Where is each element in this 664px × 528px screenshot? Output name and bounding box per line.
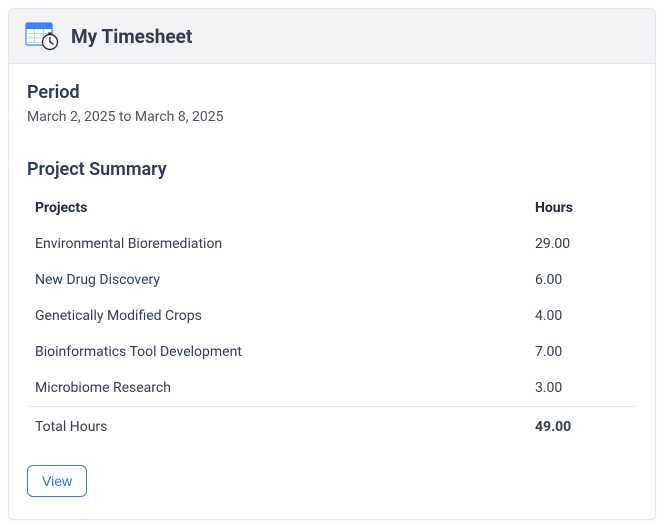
- timesheet-icon: [25, 21, 59, 51]
- hours-cell: 3.00: [527, 370, 637, 407]
- actions-row: View: [27, 465, 637, 497]
- table-row: Bioinformatics Tool Development 7.00: [27, 334, 637, 370]
- table-row: Environmental Bioremediation 29.00: [27, 226, 637, 262]
- project-name-cell: Microbiome Research: [27, 370, 527, 407]
- period-heading: Period: [27, 82, 637, 103]
- total-row: Total Hours 49.00: [27, 407, 637, 448]
- column-header-hours: Hours: [527, 190, 637, 226]
- hours-cell: 29.00: [527, 226, 637, 262]
- total-label: Total Hours: [27, 407, 527, 448]
- page-title: My Timesheet: [71, 25, 192, 48]
- view-button[interactable]: View: [27, 465, 87, 497]
- project-summary-table: Projects Hours Environmental Bioremediat…: [27, 190, 637, 447]
- card-header: My Timesheet: [9, 9, 655, 64]
- table-row: New Drug Discovery 6.00: [27, 262, 637, 298]
- total-hours: 49.00: [527, 407, 637, 448]
- timesheet-card: My Timesheet Period March 2, 2025 to Mar…: [8, 8, 656, 520]
- card-body: Period March 2, 2025 to March 8, 2025 Pr…: [9, 64, 655, 519]
- period-range: March 2, 2025 to March 8, 2025: [27, 109, 637, 125]
- project-name-cell: Bioinformatics Tool Development: [27, 334, 527, 370]
- project-name-cell: Genetically Modified Crops: [27, 298, 527, 334]
- project-name-cell: Environmental Bioremediation: [27, 226, 527, 262]
- project-name-cell: New Drug Discovery: [27, 262, 527, 298]
- table-row: Microbiome Research 3.00: [27, 370, 637, 407]
- hours-cell: 4.00: [527, 298, 637, 334]
- summary-heading: Project Summary: [27, 159, 637, 180]
- table-row: Genetically Modified Crops 4.00: [27, 298, 637, 334]
- column-header-projects: Projects: [27, 190, 527, 226]
- hours-cell: 6.00: [527, 262, 637, 298]
- hours-cell: 7.00: [527, 334, 637, 370]
